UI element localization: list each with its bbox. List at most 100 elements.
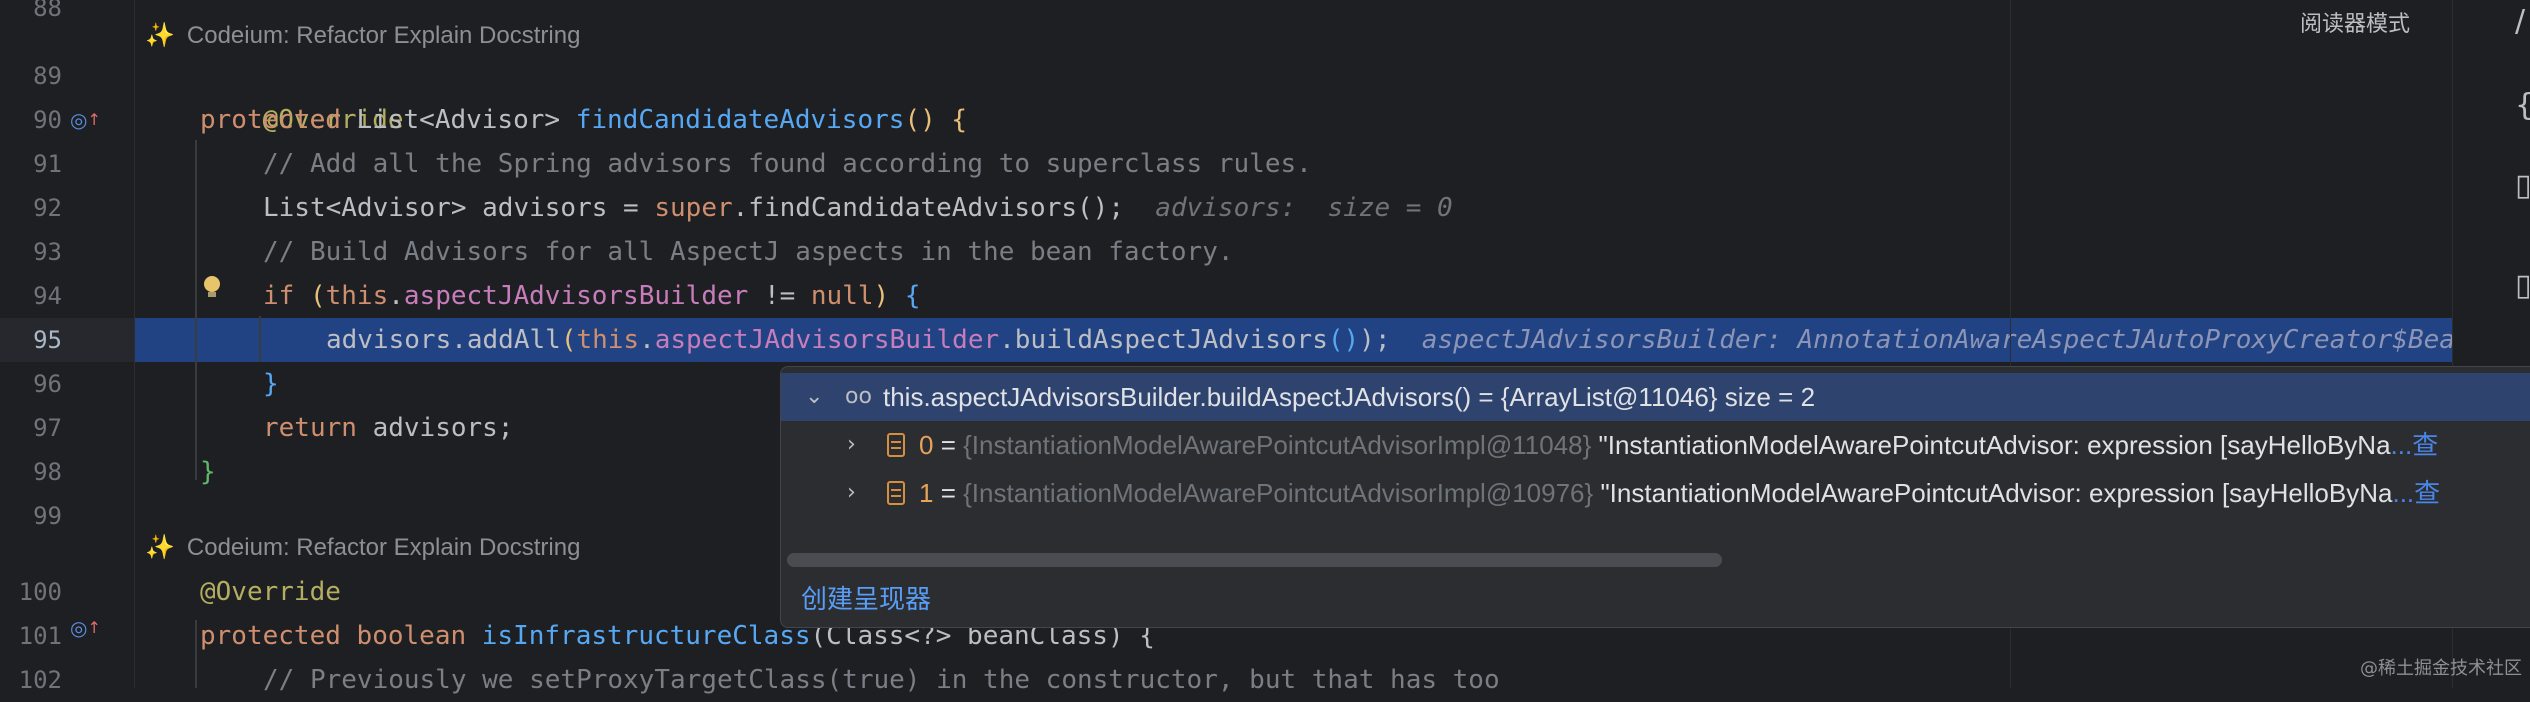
line-number: 90 xyxy=(33,106,62,134)
chevron-down-icon[interactable]: ⌄ xyxy=(805,373,823,421)
keyword: null xyxy=(810,281,874,311)
keyword: return xyxy=(263,413,357,443)
popup-list-item[interactable]: › 0 = {InstantiationModelAwarePointcutAd… xyxy=(781,421,2530,469)
item-eq: = xyxy=(940,430,956,460)
code-line: } xyxy=(263,362,279,406)
item-value: "InstantiationModelAwarePointcutAdvisor:… xyxy=(1600,478,2393,508)
horizontal-scrollbar[interactable] xyxy=(787,553,1722,567)
paren: ); xyxy=(1359,325,1391,355)
line-number: 97 xyxy=(33,414,62,442)
variable: advisors; xyxy=(372,413,514,443)
codeium-refactor-link[interactable]: Refactor xyxy=(296,22,387,49)
line-number: 100 xyxy=(18,578,62,606)
codeium-explain-link[interactable]: Explain xyxy=(394,22,473,49)
comment: // Build Advisors for all AspectJ aspect… xyxy=(263,237,1234,267)
line-number: 96 xyxy=(33,370,62,398)
keyword: super xyxy=(654,193,733,223)
paren: ) xyxy=(873,281,890,311)
keyword: boolean xyxy=(356,621,467,651)
keyword: this xyxy=(576,325,640,355)
codeium-explain-link[interactable]: Explain xyxy=(394,534,473,561)
paren: ( xyxy=(560,325,577,355)
keyword: if xyxy=(263,281,295,311)
annotation: @Override xyxy=(200,577,341,607)
popup-root-node[interactable]: ⌄ oo this.aspectJAdvisorsBuilder.buildAs… xyxy=(781,373,2530,421)
item-type: {InstantiationModelAwarePointcutAdvisorI… xyxy=(963,478,1594,508)
item-index: 0 xyxy=(919,430,934,460)
method-name: findCandidateAdvisors xyxy=(575,105,905,135)
code-line-current: advisors.addAll(this. aspectJAdvisorsBuil… xyxy=(326,318,2502,362)
override-gutter-icon[interactable]: ◎↑ xyxy=(70,616,101,640)
code-line: @Override xyxy=(200,570,341,614)
item-value: "InstantiationModelAwarePointcutAdvisor:… xyxy=(1598,430,2391,460)
dot: . xyxy=(388,281,404,311)
view-more-link[interactable]: ...查 xyxy=(2392,478,2440,508)
line-number: 89 xyxy=(33,62,62,90)
method-call: .findCandidateAdvisors(); xyxy=(732,193,1124,223)
dot: . xyxy=(639,325,655,355)
keyword: protected xyxy=(200,621,341,651)
codeium-docstring-link[interactable]: Docstring xyxy=(479,534,580,561)
codeium-lens: ✨ Codeium: Refactor Explain Docstring xyxy=(145,14,580,58)
view-more-link[interactable]: ...查 xyxy=(2391,430,2439,460)
paren: () xyxy=(904,105,936,135)
method-call: advisors.addAll xyxy=(326,325,561,355)
override-gutter-icon[interactable]: ◎↑ xyxy=(70,108,101,132)
item-eq: = xyxy=(940,478,956,508)
line-number: 98 xyxy=(33,458,62,486)
reader-mode-button[interactable]: 阅读器模式 xyxy=(2300,8,2410,40)
operator: = xyxy=(623,193,639,223)
lightbulb-icon[interactable] xyxy=(203,276,221,298)
paren: () xyxy=(1327,325,1360,355)
line-number: 88 xyxy=(33,0,62,22)
item-type: {InstantiationModelAwarePointcutAdvisorI… xyxy=(963,430,1592,460)
popup-list-item[interactable]: › 1 = {InstantiationModelAwarePointcutAd… xyxy=(781,469,2530,517)
debug-inline-value: aspectJAdvisorsBuilder: AnnotationAwareA… xyxy=(1421,325,2502,355)
line-number: 94 xyxy=(33,282,62,310)
create-renderer-link[interactable]: 创建呈现器 xyxy=(801,579,931,619)
variable: advisors xyxy=(482,193,608,223)
database-icon[interactable]: ▯ xyxy=(2515,168,2530,203)
brace: } xyxy=(200,457,216,487)
code-line: protected List<Advisor> findCandidateAdv… xyxy=(200,98,967,142)
notifications-icon[interactable]: / xyxy=(2515,4,2525,39)
codeium-refactor-link[interactable]: Refactor xyxy=(296,534,387,561)
codeium-prefix: Codeium: xyxy=(186,534,290,561)
keyword: protected xyxy=(200,105,341,135)
codeium-lens: ✨ Codeium: Refactor Explain Docstring xyxy=(145,526,580,570)
line-number: 102 xyxy=(18,666,62,694)
sparkle-icon: ✨ xyxy=(145,22,175,49)
watermark: @稀土掘金技术社区 xyxy=(2360,658,2522,679)
method-name: isInfrastructureClass xyxy=(481,621,811,651)
line-number-current: 95 xyxy=(33,326,62,354)
brace: } xyxy=(263,369,279,399)
keyword: this xyxy=(325,281,389,311)
codeium-docstring-link[interactable]: Docstring xyxy=(479,22,580,49)
brace: { xyxy=(951,105,968,135)
editor-gutter: 88 89 90 91 92 93 94 95 96 97 98 99 100 … xyxy=(0,0,135,694)
indent-guide xyxy=(195,140,197,480)
codeium-prefix: Codeium: xyxy=(186,22,290,49)
paren: ( xyxy=(309,281,326,311)
indent-guide xyxy=(195,620,197,688)
sparkle-icon: ✨ xyxy=(145,534,175,561)
item-index: 1 xyxy=(919,478,934,508)
chevron-right-icon[interactable]: › xyxy=(847,469,856,517)
type: List<Advisor> xyxy=(356,105,561,135)
chevron-right-icon[interactable]: › xyxy=(847,421,856,469)
bookmark-icon[interactable]: ▯ xyxy=(2515,268,2530,303)
code-line: } xyxy=(200,450,216,494)
debug-value-popup[interactable]: ⌄ oo this.aspectJAdvisorsBuilder.buildAs… xyxy=(780,366,2530,628)
code-line: // Build Advisors for all AspectJ aspect… xyxy=(263,230,1234,274)
debug-inline-value: advisors: size = 0 xyxy=(1155,193,1453,223)
comment: // Previously we setProxyTargetClass(tru… xyxy=(263,665,1500,695)
method-call: .buildAspectJAdvisors xyxy=(999,325,1328,355)
structure-icon[interactable]: { xyxy=(2515,88,2530,123)
operator: != xyxy=(763,281,796,311)
line-number: 101 xyxy=(18,622,62,650)
code-line: // Previously we setProxyTargetClass(tru… xyxy=(263,658,1500,702)
line-number: 99 xyxy=(33,502,62,530)
list-icon xyxy=(887,433,905,457)
brace: { xyxy=(904,281,921,311)
type: List<Advisor> xyxy=(263,193,467,223)
